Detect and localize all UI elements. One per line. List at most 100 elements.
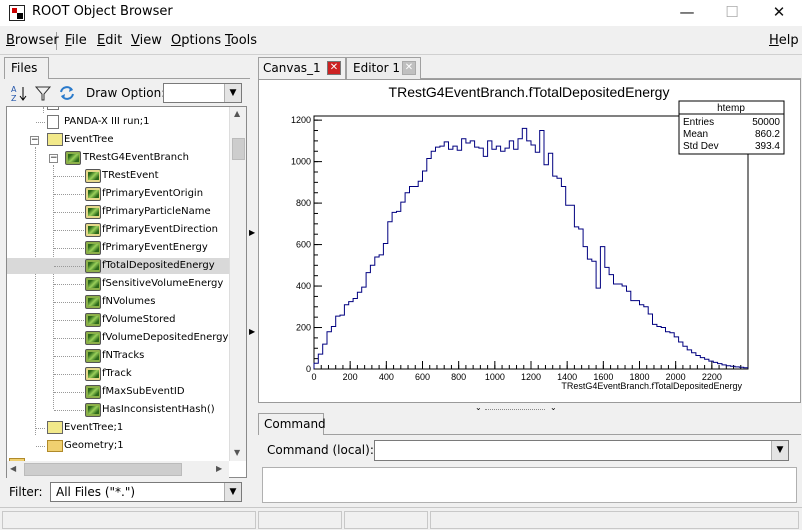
tab-command[interactable]: Command — [258, 413, 326, 435]
x-tick-label: 800 — [451, 372, 466, 382]
command-label: Command (local): — [267, 443, 374, 457]
stats-title: htemp — [717, 103, 745, 114]
stats-stddev-value: 393.4 — [755, 141, 780, 152]
sort-icon[interactable]: AZ — [10, 84, 28, 103]
tree-item-ftrack[interactable]: fTrack — [102, 367, 132, 381]
chevron-down-icon[interactable]: ▼ — [224, 483, 241, 501]
branch-folder-icon — [85, 367, 101, 381]
tree-item-particle[interactable]: fPrimaryParticleName — [102, 205, 211, 219]
tree-item-maxsub[interactable]: fMaxSubEventID — [102, 385, 185, 399]
filter-label: Filter: — [9, 485, 43, 499]
chevron-down-icon[interactable]: ▼ — [224, 84, 241, 102]
tree-item-eventtree[interactable]: EventTree — [64, 133, 113, 147]
tree-item-branch[interactable]: TRestG4EventBranch — [83, 151, 189, 165]
run-info-icon — [47, 115, 59, 129]
x-axis-label: TRestG4EventBranch.fTotalDepositedEnergy — [561, 381, 742, 391]
leaf-icon — [85, 295, 101, 309]
command-output-area[interactable] — [262, 467, 797, 503]
tree-item-run[interactable]: PANDA-X III run;1 — [64, 115, 150, 129]
leaf-icon — [85, 259, 101, 273]
x-tick-label: 0 — [311, 372, 316, 382]
tree-item-energy[interactable]: fPrimaryEventEnergy — [102, 241, 208, 255]
tab-files[interactable]: Files — [4, 57, 49, 79]
menu-browser[interactable]: Browser — [6, 33, 59, 48]
minimize-button[interactable]: — — [664, 0, 710, 26]
tree-item-geometry[interactable]: Geometry;1 — [64, 439, 124, 453]
stats-entries-label: Entries — [683, 117, 714, 128]
histogram-plot[interactable]: TRestG4EventBranch.fTotalDepositedEnergy… — [259, 80, 802, 404]
tree-item-trestevent[interactable]: TRestEvent — [102, 169, 159, 183]
menu-help[interactable]: Help — [769, 33, 799, 48]
menu-options[interactable]: Options — [171, 33, 221, 48]
menu-edit[interactable]: Edit — [97, 33, 122, 48]
tree-item-hash[interactable]: HasInconsistentHash() — [102, 403, 215, 417]
draw-option-label: Draw Option: — [86, 86, 166, 100]
menu-view-mnemonic: V — [131, 33, 140, 48]
close-tab-icon[interactable]: ✕ — [327, 61, 341, 75]
maximize-button[interactable]: ☐ — [709, 0, 755, 26]
canvas-panel[interactable]: TRestG4EventBranch.fTotalDepositedEnergy… — [258, 79, 801, 403]
file-tree: PANDA-X III run;1 − EventTree − TRestG4E… — [6, 106, 247, 478]
branch-folder-icon — [85, 205, 101, 219]
tree-item-nvolumes[interactable]: fNVolumes — [102, 295, 155, 309]
branch-icon — [65, 151, 81, 165]
menu-help-label: elp — [778, 33, 799, 48]
menu-help-mnemonic: H — [769, 33, 779, 48]
collapse-icon[interactable]: − — [49, 154, 58, 163]
expand-right-icon[interactable]: ▶ — [249, 228, 255, 237]
close-tab-icon[interactable]: ✕ — [402, 61, 416, 75]
scroll-down-icon[interactable]: ▼ — [234, 448, 240, 457]
scroll-thumb[interactable] — [24, 463, 182, 476]
menu-tools[interactable]: Tools — [225, 33, 257, 48]
status-cell-1 — [2, 511, 256, 529]
filter-combo[interactable]: All Files ("*.") ▼ — [50, 482, 242, 502]
y-tick-label: 400 — [296, 281, 311, 291]
tab-canvas[interactable]: Canvas_1 ✕ — [258, 57, 346, 79]
command-input[interactable]: ▼ — [374, 440, 789, 461]
menu-edit-mnemonic: E — [97, 33, 106, 48]
collapse-icon[interactable]: − — [30, 136, 39, 145]
filter-icon[interactable] — [34, 84, 52, 102]
tree-item-volume-stored[interactable]: fVolumeStored — [102, 313, 176, 327]
x-tick-label: 1200 — [521, 372, 541, 382]
scroll-right-icon[interactable]: ▶ — [216, 464, 222, 473]
draw-option-combo[interactable]: ▼ — [163, 83, 242, 103]
tree-icon — [47, 133, 63, 146]
leaf-icon — [85, 331, 101, 345]
chevron-down-icon[interactable]: ▼ — [771, 441, 788, 460]
scroll-thumb[interactable] — [232, 138, 245, 160]
leaf-icon — [85, 403, 101, 417]
leaf-icon — [85, 313, 101, 327]
refresh-icon[interactable] — [58, 84, 76, 102]
svg-text:A: A — [11, 85, 17, 94]
y-tick-label: 1200 — [291, 115, 311, 125]
stats-stddev-label: Std Dev — [683, 141, 719, 152]
tree-item-origin[interactable]: fPrimaryEventOrigin — [102, 187, 203, 201]
scroll-left-icon[interactable]: ◀ — [10, 464, 16, 473]
branch-folder-icon — [85, 223, 101, 237]
scroll-up-icon[interactable]: ▲ — [234, 109, 240, 118]
close-window-button[interactable]: ✕ — [756, 0, 802, 26]
tree-item-direction[interactable]: fPrimaryEventDirection — [102, 223, 218, 237]
collapse-down-icon[interactable]: ⌄ — [550, 403, 557, 412]
menu-browser-mnemonic: B — [6, 33, 15, 48]
menu-view[interactable]: View — [131, 33, 162, 48]
tree-item-total-deposited[interactable]: fTotalDepositedEnergy — [102, 259, 215, 273]
stats-mean-label: Mean — [683, 129, 708, 140]
menu-file-label: ile — [71, 33, 87, 48]
tab-editor[interactable]: Editor 1 ✕ — [346, 57, 421, 79]
tree-item-eventtree-1[interactable]: EventTree;1 — [64, 421, 123, 435]
tree-horizontal-scrollbar[interactable]: ◀ ▶ — [7, 461, 229, 478]
expand-right-icon[interactable]: ▶ — [249, 327, 255, 336]
tree-vertical-scrollbar[interactable]: ▲ ▼ — [229, 107, 246, 461]
tree-item-volume-deposited[interactable]: fVolumeDepositedEnergy — [102, 331, 228, 345]
splitter-handle[interactable] — [485, 409, 545, 410]
tree-item-sensitive[interactable]: fSensitiveVolumeEnergy — [102, 277, 223, 291]
window-title: ROOT Object Browser — [32, 4, 173, 19]
tree-item-ntracks[interactable]: fNTracks — [102, 349, 144, 363]
stats-box: htemp Entries 50000 Mean 860.2 Std Dev 3… — [678, 100, 785, 155]
stats-entries-value: 50000 — [752, 117, 780, 128]
stats-mean-value: 860.2 — [755, 129, 780, 140]
menu-file[interactable]: File — [65, 33, 87, 48]
collapse-down-icon[interactable]: ⌄ — [475, 403, 482, 412]
